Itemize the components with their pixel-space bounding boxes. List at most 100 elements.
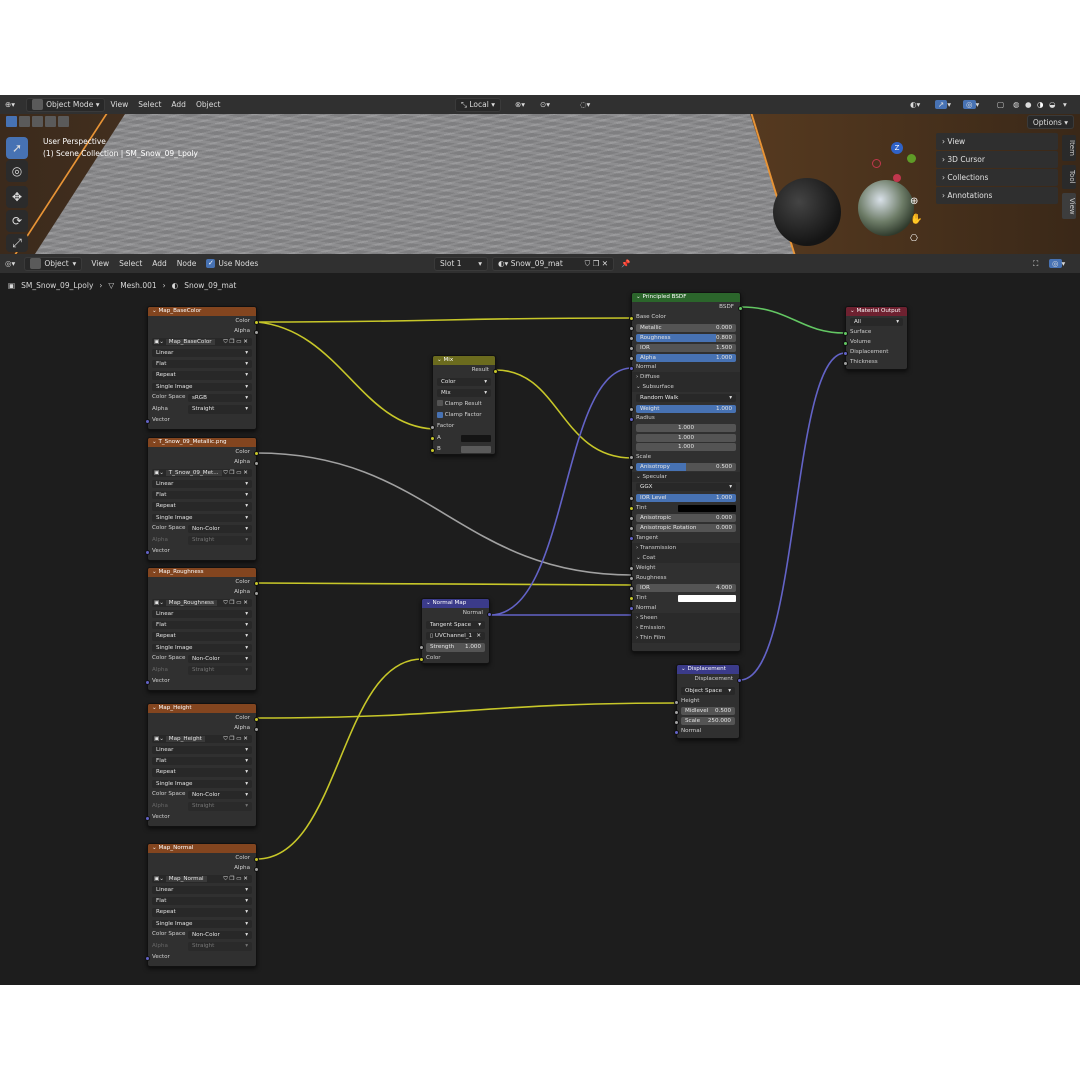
anisotropic-rotation-input[interactable]: Anisotropic Rotation 0.000: [629, 523, 740, 533]
hand-pan-icon[interactable]: ✋: [910, 214, 922, 225]
source-dropdown[interactable]: Single Image ▾: [148, 918, 256, 929]
socket-out[interactable]: [737, 677, 742, 683]
mix-a-input[interactable]: A: [430, 433, 495, 444]
subsurface-panel[interactable]: ⌄ Subsurface: [632, 382, 740, 392]
socket-in[interactable]: [843, 340, 848, 346]
overlay-toggle-icon[interactable]: ◎ ▾: [958, 98, 984, 112]
projection-dropdown[interactable]: Flat ▾: [148, 756, 256, 767]
alpha-mode-row[interactable]: Alpha Straight ▾: [148, 941, 256, 952]
image-alpha-output[interactable]: Alpha: [148, 457, 259, 467]
extension-dropdown[interactable]: Repeat ▾: [148, 767, 256, 778]
menu-object[interactable]: Object: [191, 98, 225, 112]
node-menu-select[interactable]: Select: [114, 257, 147, 271]
snow-plane-mesh[interactable]: [35, 114, 795, 254]
mix-clamp-result[interactable]: Clamp Result: [433, 399, 495, 410]
mode-dropdown[interactable]: Object Mode ▾: [26, 97, 106, 112]
extension-dropdown[interactable]: Repeat ▾: [148, 370, 256, 381]
pivot-icon[interactable]: ⊗▾: [510, 98, 530, 112]
gizmo-toggle-icon[interactable]: ↗ ▾: [930, 98, 956, 112]
image-vector-input[interactable]: Vector: [145, 812, 256, 822]
breadcrumb-object[interactable]: SM_Snow_09_Lpoly: [21, 281, 93, 290]
normal-map-uv[interactable]: ▯ UVChannel_1 ✕: [422, 631, 489, 642]
pin-icon[interactable]: 📌: [616, 257, 635, 271]
gizmo-y-positive[interactable]: [907, 154, 916, 163]
socket-in[interactable]: [419, 645, 424, 651]
normal-input[interactable]: Normal: [629, 362, 740, 372]
socket-in[interactable]: [145, 418, 150, 424]
projection-dropdown[interactable]: Flat ▾: [148, 359, 256, 370]
alpha-mode-row[interactable]: Alpha Straight ▾: [148, 665, 256, 676]
image-color-output[interactable]: Color: [148, 447, 259, 457]
socket-in[interactable]: [629, 516, 634, 522]
breadcrumb-mesh[interactable]: Mesh.001: [120, 281, 156, 290]
subsurface-method[interactable]: Random Walk ▾: [632, 392, 740, 403]
menu-select[interactable]: Select: [133, 98, 166, 112]
image-texture-node[interactable]: ⌄ Map_Height Color Alpha ▣⌄ Map_Height ⛉ ❐ ▭…: [145, 703, 259, 827]
interpolation-dropdown[interactable]: Linear ▾: [148, 744, 256, 755]
camera-view-icon[interactable]: ⎔: [910, 234, 918, 244]
material-selector[interactable]: ◐▾ Snow_09_mat ⛉ ❐ ✕: [492, 256, 614, 271]
radius-value[interactable]: 1.000: [632, 433, 740, 443]
output-thickness[interactable]: Thickness: [843, 357, 907, 367]
normal-map-color-input[interactable]: Color: [419, 653, 489, 664]
breadcrumb-material[interactable]: Snow_09_mat: [184, 281, 236, 290]
output-target[interactable]: All ▾: [846, 316, 907, 327]
mix-data-type[interactable]: Color ▾: [433, 376, 495, 387]
npanel-collections[interactable]: › Collections: [936, 169, 1058, 186]
gizmo-x-negative[interactable]: [872, 159, 881, 168]
normal-map-space[interactable]: Tangent Space ▾: [422, 619, 489, 630]
select-invert-icon[interactable]: [45, 116, 56, 127]
image-texture-node[interactable]: ⌄ Map_BaseColor Color Alpha ▣⌄ Map_BaseColo…: [145, 306, 259, 430]
socket-in[interactable]: [430, 425, 435, 431]
select-tool-icon[interactable]: ➚: [6, 137, 28, 159]
ior-level-input[interactable]: IOR Level 1.000: [629, 493, 740, 503]
mix-clamp-factor[interactable]: Clamp Factor: [433, 410, 495, 421]
projection-dropdown[interactable]: Flat ▾: [148, 620, 256, 631]
socket-in[interactable]: [674, 719, 679, 725]
displacement-space[interactable]: Object Space ▾: [677, 685, 739, 696]
socket-out[interactable]: [254, 590, 259, 596]
material-output-node[interactable]: ⌄ Material Output All ▾ Surface Volume Di…: [843, 306, 908, 370]
fake-user-icon[interactable]: ⛉: [585, 259, 591, 269]
diffuse-panel[interactable]: › Diffuse: [632, 372, 740, 382]
socket-in[interactable]: [629, 596, 634, 602]
socket-in[interactable]: [674, 709, 679, 715]
emission-panel[interactable]: › Emission: [632, 622, 740, 633]
npanel-annotations[interactable]: › Annotations: [936, 187, 1058, 204]
bsdf-header[interactable]: ⌄ Principled BSDF: [632, 293, 740, 302]
socket-out[interactable]: [254, 460, 259, 466]
mix-blend-type[interactable]: Mix ▾: [433, 388, 495, 399]
image-actions-icon[interactable]: ⛉ ❐ ▭ ✕: [223, 599, 248, 607]
image-texture-node[interactable]: ⌄ Map_Roughness Color Alpha ▣⌄ Map_Roughnes…: [145, 567, 259, 691]
image-alpha-output[interactable]: Alpha: [148, 326, 259, 336]
mix-factor-input[interactable]: Factor: [430, 421, 495, 432]
options-dropdown[interactable]: Options ▾: [1026, 115, 1074, 129]
socket-out[interactable]: [254, 329, 259, 335]
coat-panel[interactable]: ⌄ Coat: [632, 552, 740, 563]
scale-input[interactable]: Scale: [629, 452, 740, 462]
socket-in[interactable]: [629, 365, 634, 371]
socket-in[interactable]: [629, 536, 634, 542]
node-menu-add[interactable]: Add: [147, 257, 172, 271]
tab-tool[interactable]: Tool: [1062, 165, 1076, 189]
image-color-output[interactable]: Color: [148, 316, 259, 326]
image-selector[interactable]: ▣⌄ Map_BaseColor ⛉ ❐ ▭ ✕: [148, 336, 256, 347]
anisotropy-input[interactable]: Anisotropy 0.500: [629, 462, 740, 472]
distribution-dropdown[interactable]: GGX ▾: [632, 482, 740, 493]
image-alpha-output[interactable]: Alpha: [148, 587, 259, 597]
menu-view[interactable]: View: [105, 98, 133, 112]
interpolation-dropdown[interactable]: Linear ▾: [148, 347, 256, 358]
image-color-output[interactable]: Color: [148, 713, 259, 723]
source-dropdown[interactable]: Single Image ▾: [148, 642, 256, 653]
output-surface[interactable]: Surface: [843, 327, 907, 337]
image-node-header[interactable]: ⌄ Map_Roughness: [148, 568, 256, 577]
transform-orientation-dropdown[interactable]: ⤡ Local ▾: [455, 97, 501, 112]
output-header[interactable]: ⌄ Material Output: [846, 307, 907, 316]
specular-panel[interactable]: ⌄ Specular: [632, 471, 740, 482]
socket-in[interactable]: [430, 436, 435, 442]
3d-viewport[interactable]: Z ⊕ ✋ ⎔ User Perspective (1) Scene Colle…: [0, 114, 1080, 254]
source-dropdown[interactable]: Single Image ▾: [148, 512, 256, 523]
tangent-input[interactable]: Tangent: [629, 533, 740, 543]
displacement-scale[interactable]: Scale 250.000: [674, 716, 739, 726]
displacement-midlevel[interactable]: Midlevel 0.500: [674, 706, 739, 716]
